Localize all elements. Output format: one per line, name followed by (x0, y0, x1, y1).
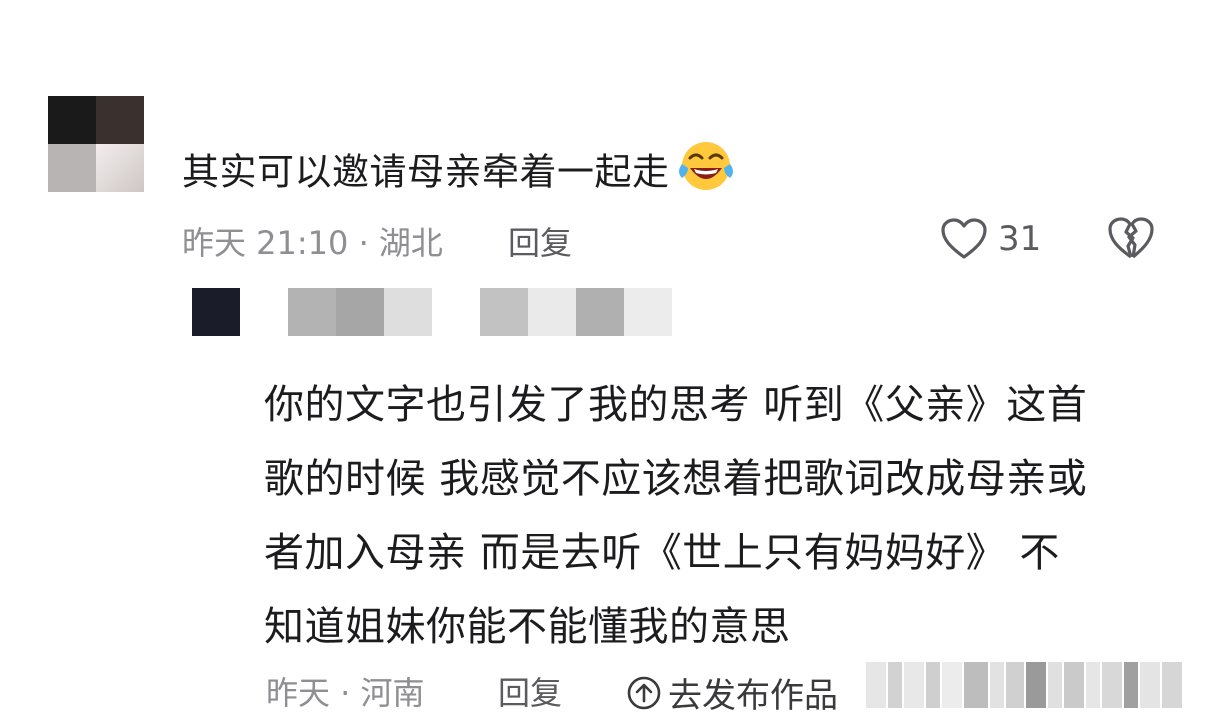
comment-text: 其实可以邀请母亲牵着一起走 (182, 150, 670, 194)
like-button[interactable]: 31 (940, 214, 1041, 264)
repost-button[interactable]: 去发布作品 (626, 668, 838, 717)
reply-body: 你的文字也引发了我的思考 听到《父亲》这首 歌的时候 我感觉不应该想着把歌词改成… (264, 368, 1164, 664)
like-count: 31 (998, 219, 1042, 259)
reply-meta: 昨天 · 河南 (266, 674, 425, 712)
reply-line: 你的文字也引发了我的思考 听到《父亲》这首 (264, 382, 1088, 428)
reply-line: 知道姐妹你能不能懂我的意思 (264, 604, 791, 650)
comment-reply-button[interactable]: 回复 (508, 218, 572, 264)
broken-heart-icon (1108, 217, 1154, 259)
comment-meta: 昨天 21:10 · 湖北 (182, 224, 443, 262)
reply-line: 歌的时候 我感觉不应该想着把歌词改成母亲或 (264, 456, 1088, 502)
reply-reply-button[interactable]: 回复 (498, 668, 562, 714)
upload-circle-icon (627, 676, 661, 709)
heart-icon (941, 218, 987, 259)
repost-label: 去发布作品 (668, 676, 838, 716)
comment-body: 其实可以邀请母亲牵着一起走 (182, 138, 736, 210)
reply-line: 者加入母亲 而是去听《世上只有妈妈好》 不 (264, 530, 1060, 576)
dislike-button[interactable] (1106, 214, 1156, 264)
tears-of-joy-emoji-icon (676, 138, 736, 210)
commenter-avatar[interactable] (48, 96, 144, 192)
